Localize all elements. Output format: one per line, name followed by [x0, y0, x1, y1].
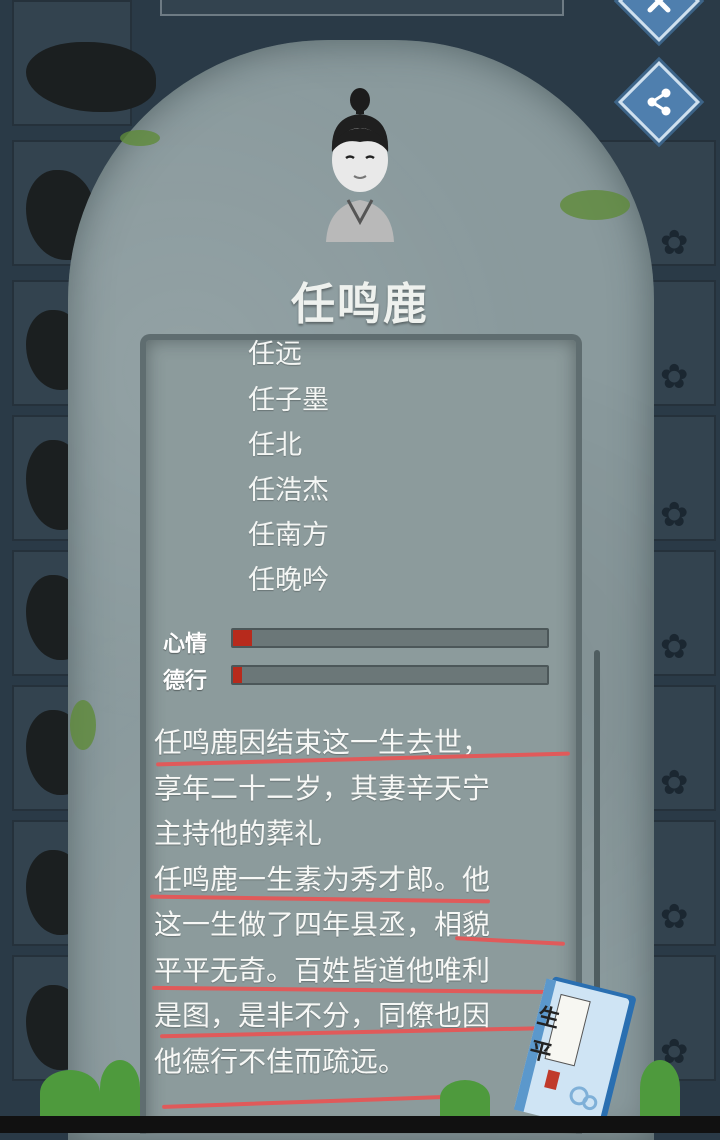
moss	[70, 700, 96, 750]
mood-bar	[231, 628, 549, 648]
child-name: 任浩杰	[248, 475, 329, 506]
plum-blossom-icon: ✿	[660, 627, 689, 667]
deceased-name: 任鸣鹿	[291, 279, 429, 330]
children-list[interactable]: 任远 任子墨 任北 任浩杰 任南方 任晚吟	[248, 334, 448, 604]
biography-book-button[interactable]	[498, 975, 648, 1125]
child-name: 任远	[248, 339, 302, 370]
plum-blossom-icon: ✿	[660, 495, 689, 535]
share-icon	[647, 88, 671, 116]
child-name: 任子墨	[248, 385, 329, 416]
mood-label: 心情	[163, 632, 208, 657]
bottom-bar	[0, 1116, 720, 1133]
virtue-label: 德行	[163, 669, 208, 694]
moss	[560, 190, 630, 220]
biography-line: 他德行不佳而疏远。	[154, 1044, 407, 1078]
biography-line: 主持他的葬礼	[154, 817, 323, 850]
plum-blossom-icon: ✿	[660, 223, 689, 263]
child-name: 任北	[248, 430, 302, 461]
mood-bar-fill	[233, 630, 252, 646]
virtue-bar-fill	[233, 667, 243, 683]
grass	[100, 1060, 140, 1116]
child-name: 任南方	[248, 520, 329, 551]
plum-blossom-icon: ✿	[660, 357, 689, 397]
plum-blossom-icon: ✿	[660, 897, 689, 937]
close-icon	[647, 0, 671, 13]
plum-blossom-icon: ✿	[660, 763, 689, 803]
grass	[40, 1070, 100, 1116]
biography-line: 享年二十二岁，其妻辛天宁	[154, 771, 491, 805]
top-frame	[160, 0, 564, 16]
grass	[440, 1080, 490, 1116]
virtue-bar	[231, 665, 549, 685]
avatar	[326, 88, 394, 242]
child-name: 任晚吟	[248, 565, 329, 596]
moss	[120, 130, 160, 146]
